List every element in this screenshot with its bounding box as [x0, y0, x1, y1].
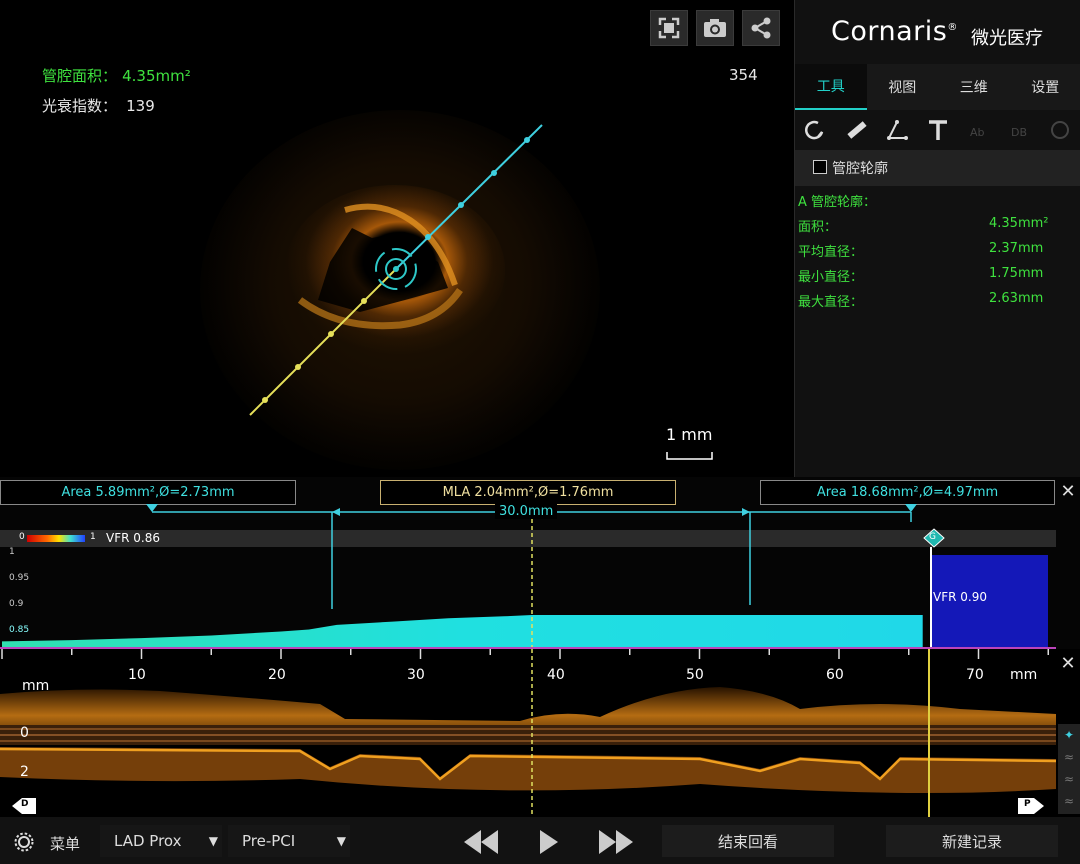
x-tick-30: 30	[407, 667, 425, 683]
vfr-chart[interactable]: Area 5.89mm²,Ø=2.73mm MLA 2.04mm²,Ø=1.76…	[0, 477, 1080, 649]
bottom-bar: 菜单 LAD Prox ▼ Pre-PCI ▼ 结束回看 新建记录	[0, 817, 1080, 864]
y-tick-085: 0.85	[9, 625, 30, 635]
contour-mean-diameter-value: 2.37mm	[989, 241, 1044, 256]
vfr-legend-bar	[27, 535, 85, 542]
rewind-icon[interactable]	[463, 829, 499, 855]
tab-view[interactable]: 视图	[867, 64, 939, 110]
ruler-icon	[847, 121, 867, 139]
chevron-down-icon: ▼	[336, 834, 346, 848]
contour-min-diameter-label: 最小直径：	[798, 270, 864, 285]
phase-select[interactable]: Pre-PCI ▼	[228, 825, 350, 857]
vfr-chart-svg	[0, 504, 1056, 649]
contour-toggle-row[interactable]: 管腔轮廓	[795, 150, 1080, 186]
vessel-select[interactable]: LAD Prox ▼	[100, 825, 222, 857]
text-icon	[928, 120, 947, 140]
angle-tool[interactable]	[882, 115, 912, 145]
side-toolstrip: ✦ ≈ ≈ ≈	[1058, 724, 1080, 814]
legend-min: 0	[19, 532, 25, 542]
brand-logo: Cornaris®	[831, 16, 958, 47]
contour-checkbox-label: 管腔轮廓	[832, 161, 888, 177]
svg-text:DB: DB	[1011, 126, 1027, 139]
x-tick-10: 10	[128, 667, 146, 683]
contour-max-diameter-value: 2.63mm	[989, 291, 1044, 306]
x-tick-50: 50	[686, 667, 704, 683]
x-unit-label: mm	[1010, 667, 1038, 683]
chevron-down-icon: ▼	[208, 834, 218, 848]
lasso-icon	[805, 120, 824, 140]
tab-settings[interactable]: 设置	[1010, 64, 1080, 110]
lasso-tool[interactable]	[800, 115, 830, 145]
reset-tool	[1045, 115, 1075, 145]
vfr-value-label: VFR 0.86	[106, 531, 160, 545]
contour-checkbox[interactable]	[813, 160, 827, 174]
right-panel: Cornaris® 微光医疗 工具 视图 三维 设置 Ab DB 管腔轮廓 A …	[794, 0, 1080, 477]
vfr-distal-label: VFR 0.90	[933, 590, 987, 604]
longitudinal-view[interactable]: ✕ 10 20 30 40 50 60 70 mm mm 0 2 D P ✦ ≈…	[0, 649, 1080, 817]
brand-name-cn: 微光医疗	[971, 28, 1043, 49]
tab-3d[interactable]: 三维	[938, 64, 1010, 110]
new-record-button[interactable]: 新建记录	[886, 825, 1058, 857]
g-marker-label[interactable]: G	[929, 532, 936, 542]
play-icon[interactable]	[538, 829, 560, 855]
view-mode-icon-1[interactable]: ≈	[1058, 746, 1080, 768]
distal-marker[interactable]: D	[21, 799, 28, 809]
y-tick-1: 1	[9, 547, 15, 557]
panel-tabs: 工具 视图 三维 设置	[795, 64, 1080, 110]
fast-forward-icon[interactable]	[598, 829, 634, 855]
attenuation-label: 光衰指数：	[42, 97, 118, 115]
contour-area-value: 4.35mm²	[989, 216, 1049, 231]
vessel-select-value: LAD Prox	[114, 832, 182, 850]
lumen-area-value: 4.35mm²	[122, 67, 191, 85]
db-tool: DB	[1005, 115, 1035, 145]
x-tick-40: 40	[547, 667, 565, 683]
y-tick-09: 0.9	[9, 599, 24, 609]
db-icon: DB	[1011, 126, 1027, 139]
snapshot-button[interactable]	[696, 10, 734, 46]
svg-text:Ab: Ab	[970, 126, 985, 139]
lumen-area-label: 管腔面积：	[42, 67, 118, 85]
scale-bar-label: 1 mm	[666, 425, 713, 444]
segment-length-label: 30.0mm	[495, 504, 558, 519]
angle-icon	[887, 120, 909, 140]
aa-tool: Ab	[964, 115, 994, 145]
menu-gear-icon[interactable]	[14, 832, 34, 852]
x-tick-20: 20	[268, 667, 286, 683]
end-review-button[interactable]: 结束回看	[662, 825, 834, 857]
legend-max: 1	[90, 532, 96, 542]
contour-min-diameter-value: 1.75mm	[989, 266, 1044, 281]
phase-select-value: Pre-PCI	[242, 832, 296, 850]
pin-icon[interactable]: ✦	[1058, 724, 1080, 746]
longitudinal-image	[0, 649, 1057, 817]
proximal-marker[interactable]: P	[1024, 799, 1031, 809]
x-tick-70: 70	[966, 667, 984, 683]
tool-row: Ab DB	[795, 112, 1080, 148]
view-mode-icon-2[interactable]: ≈	[1058, 768, 1080, 790]
attenuation-value: 139	[126, 97, 155, 115]
tab-tools[interactable]: 工具	[795, 64, 867, 110]
y-tick-0: 0	[20, 725, 29, 741]
contour-area-label: 面积：	[798, 220, 838, 235]
frame-number: 354	[729, 66, 758, 84]
text-tool[interactable]	[923, 115, 953, 145]
fullscreen-icon	[658, 17, 680, 39]
share-icon	[751, 17, 771, 39]
camera-icon	[704, 19, 726, 37]
y-unit-label: mm	[22, 678, 50, 694]
oct-cross-section-view[interactable]: 管腔面积： 4.35mm² 光衰指数： 139 354 1 mm	[0, 0, 793, 477]
x-tick-60: 60	[826, 667, 844, 683]
y-tick-2: 2	[20, 764, 29, 780]
contour-mean-diameter-label: 平均直径：	[798, 245, 864, 260]
ruler-tool[interactable]	[841, 115, 871, 145]
reset-icon	[1051, 121, 1070, 139]
menu-button[interactable]: 菜单	[50, 833, 80, 854]
contour-max-diameter-label: 最大直径：	[798, 295, 864, 310]
fullscreen-button[interactable]	[650, 10, 688, 46]
y-tick-095: 0.95	[9, 573, 30, 583]
view-mode-icon-3[interactable]: ≈	[1058, 790, 1080, 812]
close-longitudinal-button[interactable]: ✕	[1057, 652, 1079, 674]
a-ab-icon: Ab	[970, 126, 985, 139]
contour-title: A 管腔轮廓：	[798, 195, 877, 210]
share-button[interactable]	[742, 10, 780, 46]
vfr-area-series	[2, 615, 923, 648]
